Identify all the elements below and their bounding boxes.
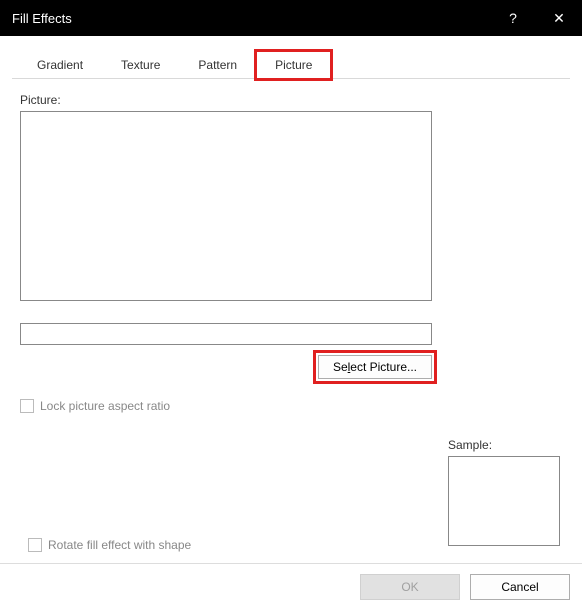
dialog-content: Gradient Texture Pattern Picture Picture… [0, 50, 582, 610]
sample-preview [448, 456, 560, 546]
lock-aspect-ratio-checkbox[interactable]: Lock picture aspect ratio [20, 399, 570, 413]
titlebar: Fill Effects ? ✕ [0, 0, 582, 36]
rotate-fill-label: Rotate fill effect with shape [48, 538, 191, 552]
dialog-footer: OK Cancel [0, 563, 582, 610]
tab-texture[interactable]: Texture [102, 51, 179, 79]
sample-label: Sample: [448, 438, 560, 452]
ok-button: OK [360, 574, 460, 600]
picture-section-label: Picture: [20, 93, 570, 107]
tab-pattern[interactable]: Pattern [179, 51, 256, 79]
tab-bar: Gradient Texture Pattern Picture [12, 50, 570, 79]
dialog-title: Fill Effects [12, 11, 490, 26]
checkbox-icon [20, 399, 34, 413]
tab-gradient[interactable]: Gradient [18, 51, 102, 79]
select-picture-button[interactable]: Select Picture... [318, 355, 432, 379]
picture-preview [20, 111, 432, 301]
rotate-fill-checkbox[interactable]: Rotate fill effect with shape [28, 538, 191, 552]
close-button[interactable]: ✕ [536, 0, 582, 36]
checkbox-icon [28, 538, 42, 552]
sample-area: Sample: [448, 438, 560, 546]
select-picture-row: Select Picture... [20, 355, 432, 379]
picture-name-input[interactable] [20, 323, 432, 345]
cancel-button[interactable]: Cancel [470, 574, 570, 600]
lock-aspect-ratio-label: Lock picture aspect ratio [40, 399, 170, 413]
help-button[interactable]: ? [490, 0, 536, 36]
tab-picture[interactable]: Picture [256, 51, 331, 79]
